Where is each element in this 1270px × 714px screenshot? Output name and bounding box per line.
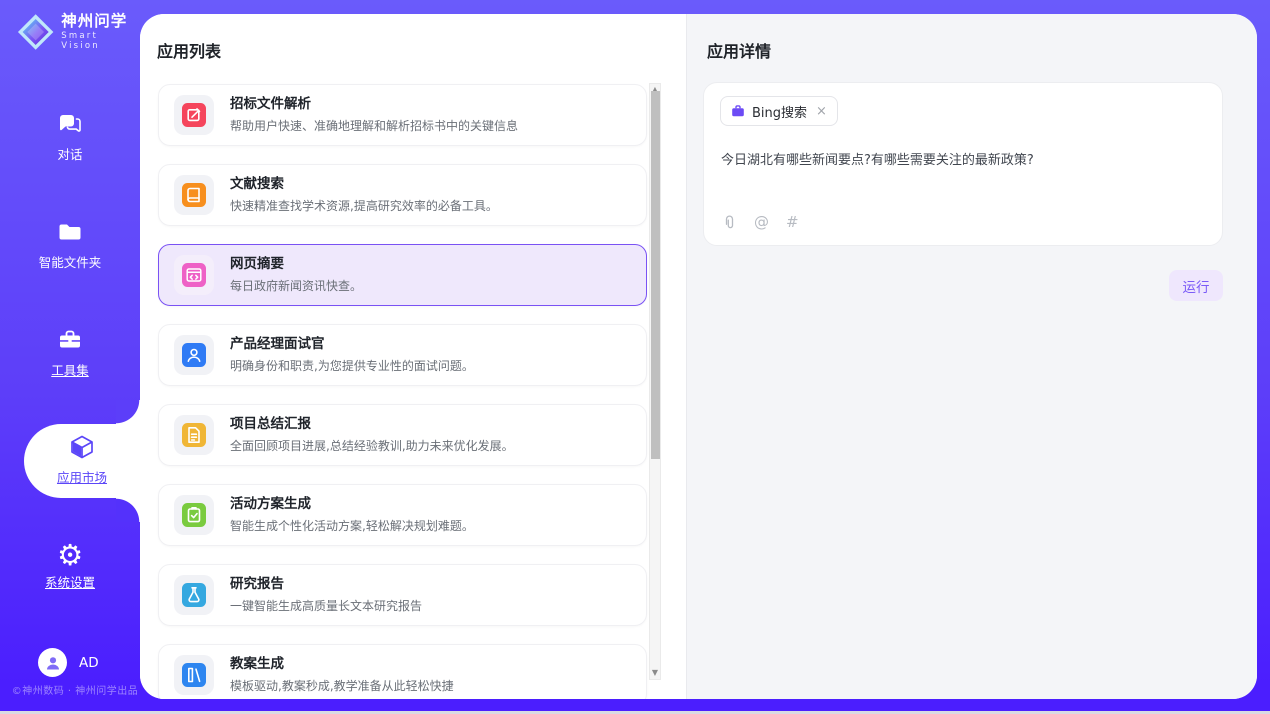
edit-icon bbox=[182, 103, 206, 127]
app-card-event-plan[interactable]: 活动方案生成 智能生成个性化活动方案,轻松解决规划难题。 bbox=[158, 484, 647, 546]
user-account[interactable]: AD bbox=[38, 648, 99, 677]
clipboard-check-icon bbox=[182, 503, 206, 527]
sidebar-item-toolset[interactable]: 工具集 bbox=[0, 326, 140, 379]
app-detail-panel: 应用详情 Bing搜索 × 今日湖北有哪些新闻要点?有哪些需要关注的最新政策? … bbox=[686, 14, 1257, 699]
sidebar-item-label: 智能文件夹 bbox=[0, 252, 140, 271]
app-icon-box bbox=[174, 255, 214, 295]
app-card-project-summary[interactable]: 项目总结汇报 全面回顾项目进展,总结经验教训,助力未来优化发展。 bbox=[158, 404, 647, 466]
app-title: 研究报告 bbox=[230, 576, 422, 593]
gear-icon: ⚙ bbox=[0, 540, 140, 570]
app-icon-box bbox=[174, 415, 214, 455]
app-card-literature-search[interactable]: 文献搜索 快速精准查找学术资源,提高研究效率的必备工具。 bbox=[158, 164, 647, 226]
run-button[interactable]: 运行 bbox=[1169, 270, 1223, 301]
paperclip-icon[interactable] bbox=[721, 214, 737, 231]
app-list-panel: 应用列表 招标文件解析 帮助用户快速、准确地理解和解析招标书中的关键信息 bbox=[140, 14, 686, 699]
app-title: 文献搜索 bbox=[230, 176, 498, 193]
sidebar-item-label: 对话 bbox=[0, 144, 140, 163]
book-icon bbox=[182, 183, 206, 207]
diamond-logo-icon bbox=[17, 13, 54, 51]
app-desc: 模板驱动,教案秒成,教学准备从此轻松快捷 bbox=[230, 677, 454, 694]
app-desc: 每日政府新闻资讯快查。 bbox=[230, 277, 362, 294]
sidebar-item-label: 系统设置 bbox=[0, 572, 140, 591]
copyright-footer: ©神州数码 · 神州问学出品 bbox=[0, 682, 150, 697]
app-desc: 全面回顾项目进展,总结经验教训,助力未来优化发展。 bbox=[230, 437, 514, 454]
app-title: 活动方案生成 bbox=[230, 496, 474, 513]
app-desc: 智能生成个性化活动方案,轻松解决规划难题。 bbox=[230, 517, 474, 534]
brand-subtitle: Smart Vision bbox=[61, 31, 140, 51]
sidebar-item-app-market[interactable]: 应用市场 bbox=[24, 424, 140, 498]
sidebar: 神州问学 Smart Vision 对话 智能文件夹 工具集 bbox=[0, 0, 140, 714]
app-icon-box bbox=[174, 335, 214, 375]
folder-icon bbox=[56, 218, 84, 246]
prompt-input[interactable]: 今日湖北有哪些新闻要点?有哪些需要关注的最新政策? bbox=[721, 149, 1207, 168]
avatar bbox=[38, 648, 67, 677]
app-card-bid-document-parse[interactable]: 招标文件解析 帮助用户快速、准确地理解和解析招标书中的关键信息 bbox=[158, 84, 647, 146]
sidebar-item-smart-folder[interactable]: 智能文件夹 bbox=[0, 218, 140, 271]
sidebar-item-label: 工具集 bbox=[0, 360, 140, 379]
cube-icon bbox=[68, 433, 96, 461]
app-icon-box bbox=[174, 175, 214, 215]
sidebar-item-settings[interactable]: ⚙ 系统设置 bbox=[0, 540, 140, 591]
app-title: 教案生成 bbox=[230, 656, 454, 673]
app-desc: 快速精准查找学术资源,提高研究效率的必备工具。 bbox=[230, 197, 498, 214]
sidebar-item-label: 应用市场 bbox=[24, 467, 140, 486]
sidebar-item-chat[interactable]: 对话 bbox=[0, 110, 140, 163]
main-content: 应用列表 招标文件解析 帮助用户快速、准确地理解和解析招标书中的关键信息 bbox=[140, 14, 1257, 699]
app-desc: 帮助用户快速、准确地理解和解析招标书中的关键信息 bbox=[230, 117, 518, 134]
app-cards: 招标文件解析 帮助用户快速、准确地理解和解析招标书中的关键信息 文献搜索 bbox=[158, 84, 647, 699]
hash-icon[interactable]: # bbox=[786, 213, 799, 231]
prompt-composer[interactable]: Bing搜索 × 今日湖北有哪些新闻要点?有哪些需要关注的最新政策? @ # bbox=[703, 82, 1223, 246]
app-card-pm-interviewer[interactable]: 产品经理面试官 明确身份和职责,为您提供专业性的面试问题。 bbox=[158, 324, 647, 386]
app-title: 网页摘要 bbox=[230, 256, 362, 273]
app-card-web-summary[interactable]: 网页摘要 每日政府新闻资讯快查。 bbox=[158, 244, 647, 306]
app-icon-box bbox=[174, 655, 214, 695]
app-list-title: 应用列表 bbox=[157, 38, 221, 62]
scroll-down-icon[interactable]: ▼ bbox=[650, 667, 660, 679]
app-detail-title: 应用详情 bbox=[707, 38, 771, 62]
app-logo: 神州问学 Smart Vision bbox=[17, 13, 140, 51]
brand-name: 神州问学 bbox=[61, 13, 140, 31]
app-desc: 一键智能生成高质量长文本研究报告 bbox=[230, 597, 422, 614]
app-card-research-report[interactable]: 研究报告 一键智能生成高质量长文本研究报告 bbox=[158, 564, 647, 626]
web-code-icon bbox=[182, 263, 206, 287]
app-title: 招标文件解析 bbox=[230, 96, 518, 113]
app-card-lesson-plan[interactable]: 教案生成 模板驱动,教案秒成,教学准备从此轻松快捷 bbox=[158, 644, 647, 699]
tool-tag-bing-search[interactable]: Bing搜索 × bbox=[720, 96, 838, 126]
active-tab-notch-top bbox=[116, 400, 140, 424]
interviewer-icon bbox=[182, 343, 206, 367]
app-icon-box bbox=[174, 495, 214, 535]
user-name: AD bbox=[79, 655, 99, 671]
at-icon[interactable]: @ bbox=[754, 213, 769, 231]
books-icon bbox=[182, 663, 206, 687]
tool-tag-label: Bing搜索 bbox=[752, 102, 807, 121]
composer-toolbar: @ # bbox=[721, 213, 799, 231]
app-title: 项目总结汇报 bbox=[230, 416, 514, 433]
app-icon-box bbox=[174, 95, 214, 135]
active-tab-notch-bottom bbox=[116, 498, 140, 522]
list-scrollbar[interactable]: ▲ ▼ bbox=[649, 83, 661, 680]
briefcase-icon bbox=[731, 104, 745, 118]
close-icon[interactable]: × bbox=[816, 104, 827, 119]
research-flask-icon bbox=[182, 583, 206, 607]
scrollbar-thumb[interactable] bbox=[651, 91, 660, 459]
app-title: 产品经理面试官 bbox=[230, 336, 474, 353]
report-doc-icon bbox=[182, 423, 206, 447]
person-icon bbox=[44, 654, 62, 672]
app-desc: 明确身份和职责,为您提供专业性的面试问题。 bbox=[230, 357, 474, 374]
toolbox-icon bbox=[56, 326, 84, 354]
app-icon-box bbox=[174, 575, 214, 615]
chat-icon bbox=[56, 110, 84, 138]
